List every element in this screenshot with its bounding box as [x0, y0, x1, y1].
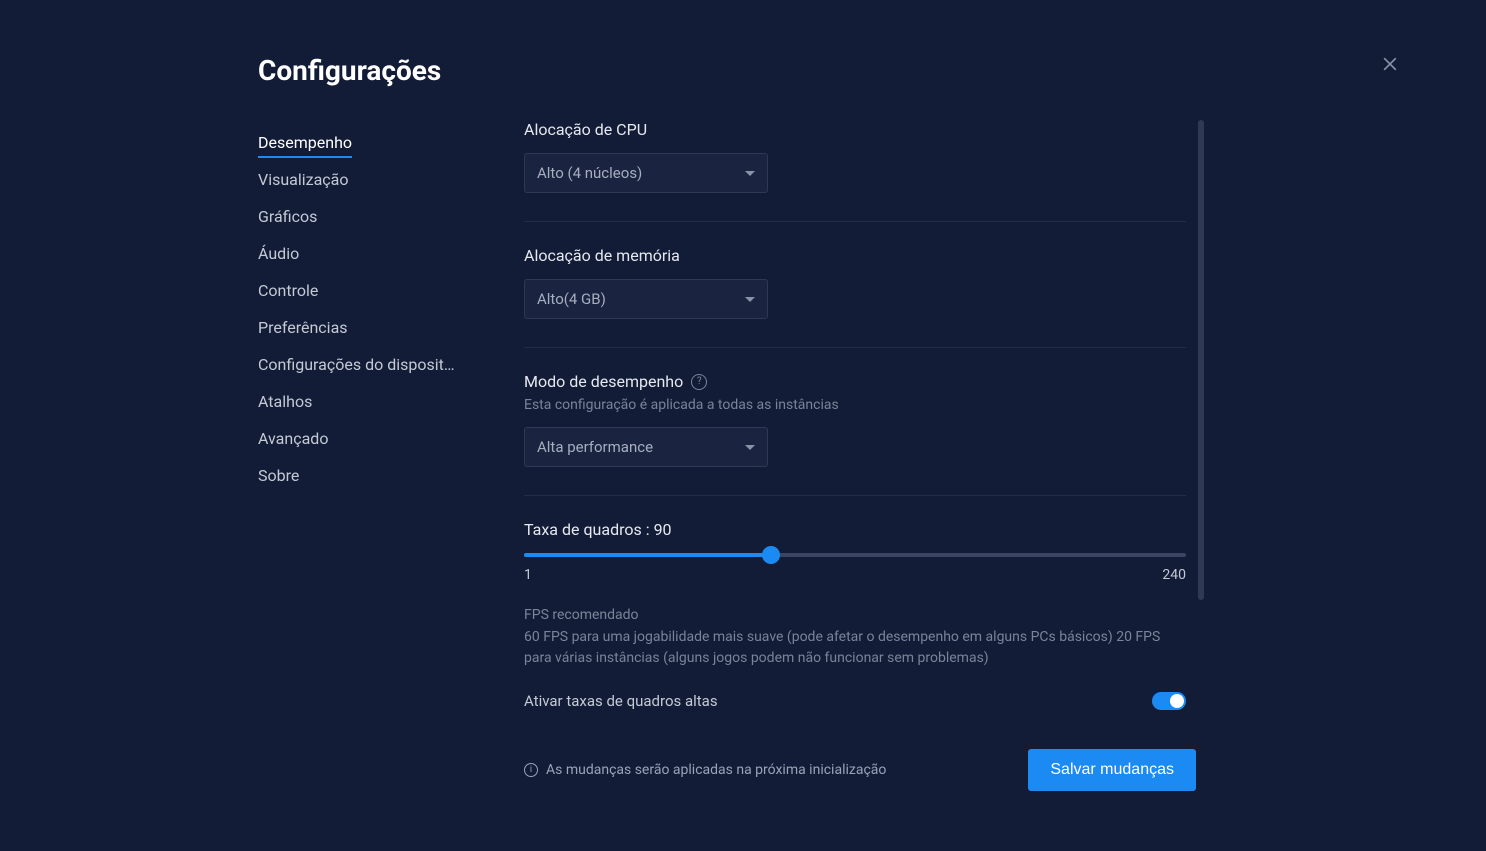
cpu-select[interactable]: Alto (4 núcleos) — [524, 153, 768, 193]
settings-modal: Configurações Desempenho Visualização Gr… — [0, 0, 1486, 851]
save-button[interactable]: Salvar mudanças — [1028, 749, 1196, 791]
content-area: Alocação de CPU Alto (4 núcleos) Alocaçã… — [524, 120, 1206, 711]
sidebar-item-graficos[interactable]: Gráficos — [258, 198, 478, 235]
sidebar: Desempenho Visualização Gráficos Áudio C… — [258, 124, 478, 494]
sidebar-item-audio[interactable]: Áudio — [258, 235, 478, 272]
chevron-down-icon — [745, 297, 755, 302]
help-icon[interactable]: ? — [691, 374, 707, 390]
divider — [524, 221, 1186, 222]
sidebar-item-dispositivo[interactable]: Configurações do disposit… — [258, 346, 478, 383]
memory-select-value: Alto(4 GB) — [537, 290, 745, 308]
sidebar-item-atalhos[interactable]: Atalhos — [258, 383, 478, 420]
fps-slider-fill — [524, 553, 771, 557]
fps-reco-body: 60 FPS para uma jogabilidade mais suave … — [524, 627, 1186, 668]
close-icon — [1380, 54, 1400, 74]
section-perf-mode: Modo de desempenho ? Esta configuração é… — [524, 372, 1186, 467]
cpu-select-value: Alto (4 núcleos) — [537, 164, 745, 182]
close-button[interactable] — [1380, 54, 1400, 74]
chevron-down-icon — [745, 445, 755, 450]
perf-mode-label: Modo de desempenho ? — [524, 372, 1186, 391]
sidebar-item-desempenho[interactable]: Desempenho — [258, 124, 478, 161]
divider — [524, 495, 1186, 496]
toggle-knob — [1170, 694, 1184, 708]
fps-slider-thumb[interactable] — [762, 546, 780, 564]
fps-slider[interactable] — [524, 553, 1186, 557]
fps-slider-title: Taxa de quadros : 90 — [524, 520, 1186, 539]
sidebar-item-sobre[interactable]: Sobre — [258, 457, 478, 494]
toggle-row-high-fps: Ativar taxas de quadros altas — [524, 682, 1186, 711]
header: Configurações — [258, 54, 441, 87]
high-fps-toggle[interactable] — [1152, 692, 1186, 710]
section-fps: Taxa de quadros : 90 1 240 FPS recomenda… — [524, 520, 1186, 711]
fps-max-label: 240 — [1162, 567, 1186, 583]
fps-value: 90 — [654, 520, 672, 539]
fps-recommendation: FPS recomendado 60 FPS para uma jogabili… — [524, 605, 1186, 668]
page-title: Configurações — [258, 54, 441, 87]
chevron-down-icon — [745, 171, 755, 176]
fps-reco-title: FPS recomendado — [524, 605, 1186, 625]
high-fps-label: Ativar taxas de quadros altas — [524, 692, 718, 710]
perf-mode-select-value: Alta performance — [537, 438, 745, 456]
footer-note: i As mudanças serão aplicadas na próxima… — [524, 762, 886, 778]
footer-note-text: As mudanças serão aplicadas na próxima i… — [546, 762, 886, 778]
perf-mode-select[interactable]: Alta performance — [524, 427, 768, 467]
fps-title-prefix: Taxa de quadros : — [524, 520, 654, 539]
section-cpu: Alocação de CPU Alto (4 núcleos) — [524, 120, 1186, 193]
divider — [524, 347, 1186, 348]
sidebar-item-avancado[interactable]: Avançado — [258, 420, 478, 457]
sidebar-item-controle[interactable]: Controle — [258, 272, 478, 309]
perf-mode-label-text: Modo de desempenho — [524, 372, 683, 391]
fps-slider-range: 1 240 — [524, 567, 1186, 583]
perf-mode-sublabel: Esta configuração é aplicada a todas as … — [524, 397, 1186, 413]
cpu-label: Alocação de CPU — [524, 120, 1186, 139]
fps-min-label: 1 — [524, 567, 532, 583]
memory-select[interactable]: Alto(4 GB) — [524, 279, 768, 319]
sidebar-item-visualizacao[interactable]: Visualização — [258, 161, 478, 198]
memory-label: Alocação de memória — [524, 246, 1186, 265]
footer: i As mudanças serão aplicadas na próxima… — [524, 749, 1196, 791]
section-memory: Alocação de memória Alto(4 GB) — [524, 246, 1186, 319]
info-icon: i — [524, 763, 538, 777]
sidebar-item-preferencias[interactable]: Preferências — [258, 309, 478, 346]
